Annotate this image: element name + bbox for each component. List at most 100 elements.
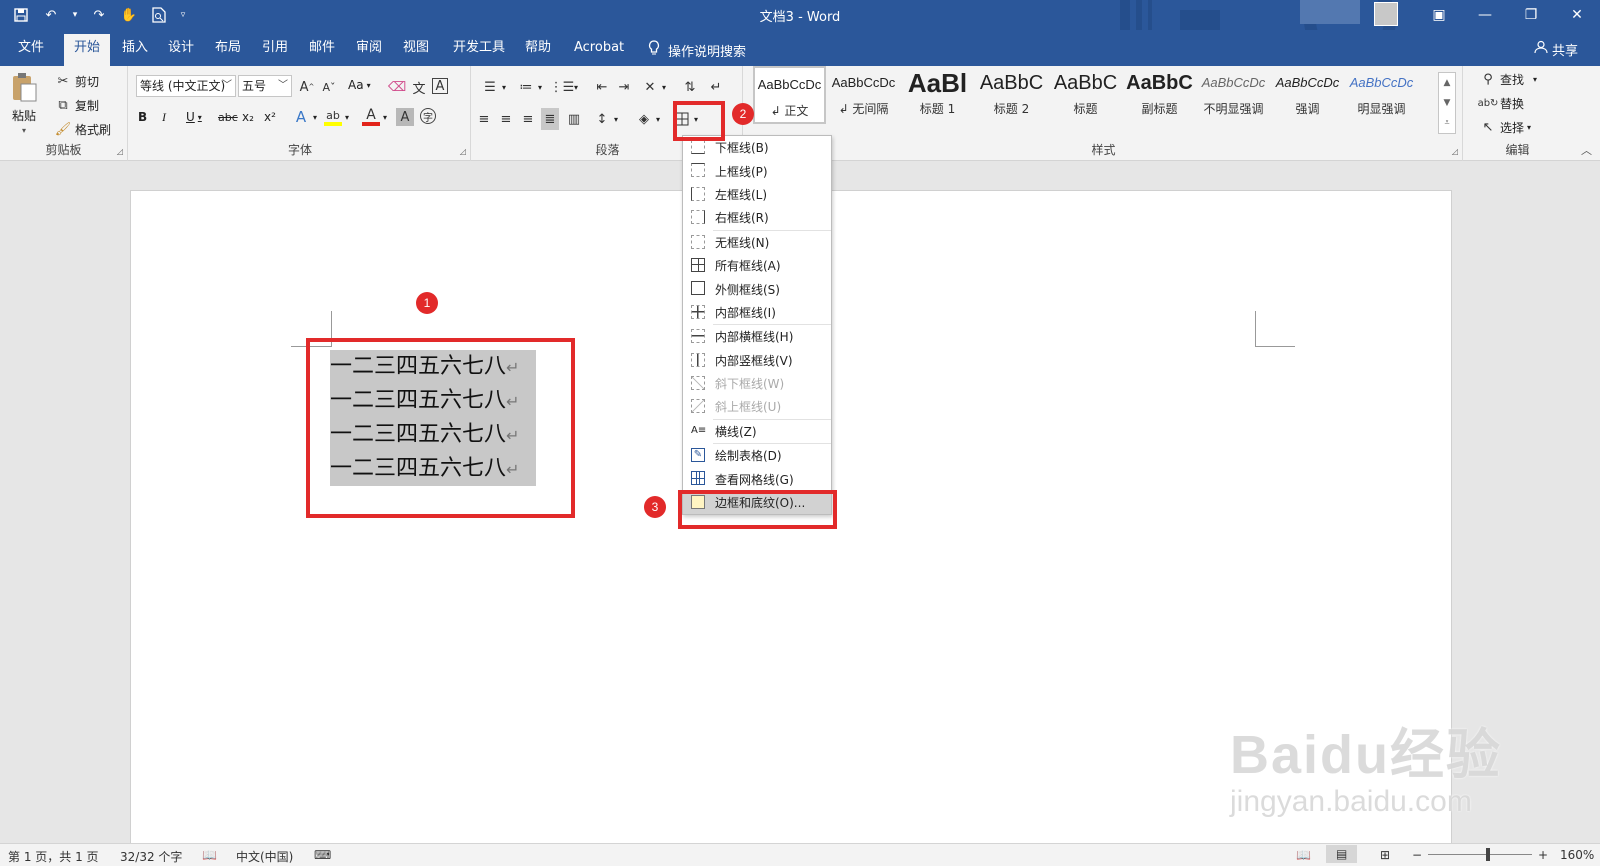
distributed-button[interactable]: ▥: [565, 110, 583, 128]
grow-font-button[interactable]: A ^: [298, 78, 316, 96]
style-subtle-emphasis[interactable]: AaBbCcDc 不明显强调: [1197, 66, 1270, 124]
zoom-slider-thumb[interactable]: [1486, 848, 1490, 861]
style-subtitle[interactable]: AaBbC 副标题: [1123, 66, 1196, 124]
phonetic-guide-button[interactable]: 文: [410, 78, 428, 97]
style-normal[interactable]: AaBbCcDc ↲ 正文: [753, 66, 826, 124]
font-launcher-icon[interactable]: ◿: [460, 147, 466, 156]
clear-formatting-button[interactable]: ⌫: [388, 78, 406, 96]
underline-button[interactable]: U ▾: [186, 110, 202, 124]
ribbon-display-icon[interactable]: ▣: [1416, 0, 1462, 30]
tab-home[interactable]: 开始: [64, 34, 111, 66]
tab-mailings[interactable]: 邮件: [299, 36, 345, 66]
sort-button[interactable]: ⇅: [681, 78, 699, 96]
style-intense-emphasis[interactable]: AaBbCcDc 明显强调: [1345, 66, 1418, 124]
bold-button[interactable]: B: [138, 110, 147, 124]
word-count[interactable]: 32/32 个字: [120, 848, 182, 865]
menu-item-outside-borders[interactable]: 外侧框线(S): [683, 277, 831, 300]
menu-item-inside-vertical[interactable]: 内部竖框线(V): [683, 349, 831, 372]
tab-references[interactable]: 引用: [252, 36, 298, 66]
page-count[interactable]: 第 1 页，共 1 页: [8, 848, 99, 865]
chevron-down-icon[interactable]: ▼: [1444, 98, 1451, 108]
align-right-button[interactable]: ≡: [519, 110, 537, 128]
shading-button[interactable]: ◈ ▾: [635, 110, 660, 128]
tab-developer[interactable]: 开发工具: [443, 36, 515, 66]
print-layout-icon[interactable]: ▤: [1326, 845, 1358, 863]
tell-me-search[interactable]: 操作说明搜索: [648, 40, 746, 60]
style-no-spacing[interactable]: AaBbCcDc ↲ 无间隔: [827, 66, 900, 124]
menu-item-left-border[interactable]: 左框线(L): [683, 183, 831, 206]
shrink-font-button[interactable]: Aˇ: [320, 78, 338, 96]
align-center-button[interactable]: ≡: [497, 110, 515, 128]
zoom-slider[interactable]: [1428, 854, 1532, 855]
tab-acrobat[interactable]: Acrobat: [564, 36, 634, 66]
style-heading-1[interactable]: AaBl 标题 1: [901, 66, 974, 124]
zoom-in-button[interactable]: +: [1538, 848, 1548, 862]
font-name-combo[interactable]: 等线 (中文正文) ﹀: [136, 75, 236, 97]
avatar[interactable]: [1374, 2, 1398, 26]
menu-item-draw-table[interactable]: ✎ 绘制表格(D): [683, 444, 831, 467]
language[interactable]: 中文(中国): [236, 848, 293, 865]
subscript-button[interactable]: x₂: [242, 110, 254, 124]
tab-view[interactable]: 视图: [393, 36, 439, 66]
share-button[interactable]: 共享: [1534, 40, 1578, 59]
zoom-level[interactable]: 160%: [1560, 848, 1594, 862]
tab-file[interactable]: 文件: [8, 36, 54, 66]
find-button[interactable]: ⚲ 查找 ▾: [1479, 70, 1537, 88]
multilevel-list-button[interactable]: ⋮☰ ▾: [550, 78, 578, 96]
show-marks-button[interactable]: ↵: [707, 78, 725, 96]
justify-button[interactable]: ≣: [541, 108, 559, 130]
style-emphasis[interactable]: AaBbCcDc 强调: [1271, 66, 1344, 124]
web-layout-icon[interactable]: ⊞: [1380, 848, 1390, 862]
menu-item-horizontal-line[interactable]: A≡ 横线(Z): [683, 420, 831, 443]
tab-insert[interactable]: 插入: [112, 36, 158, 66]
tab-layout[interactable]: 布局: [205, 36, 251, 66]
character-border-button[interactable]: A: [432, 78, 448, 94]
styles-gallery-scroll[interactable]: ▲ ▼ ⩡: [1438, 72, 1456, 134]
styles-launcher-icon[interactable]: ◿: [1452, 147, 1458, 156]
chinese-layout-button[interactable]: ✕ ▾: [641, 78, 666, 96]
chevron-up-icon[interactable]: ▲: [1444, 78, 1451, 88]
strikethrough-button[interactable]: abc: [218, 111, 238, 124]
menu-item-view-gridlines[interactable]: 查看网格线(G): [683, 467, 831, 490]
text-effects-button[interactable]: A ▾: [292, 108, 317, 126]
line-spacing-button[interactable]: ↕ ▾: [593, 110, 618, 128]
proofing-icon[interactable]: 📖: [202, 848, 217, 862]
decrease-indent-button[interactable]: ⇤: [593, 78, 611, 96]
menu-item-inside-horizontal[interactable]: 内部横框线(H): [683, 325, 831, 348]
enclose-characters-button[interactable]: 字: [420, 108, 436, 124]
menu-item-top-border[interactable]: 上框线(P): [683, 159, 831, 182]
menu-item-right-border[interactable]: 右框线(R): [683, 206, 831, 229]
cut-button[interactable]: ✂ 剪切: [54, 72, 99, 90]
clipboard-launcher-icon[interactable]: ◿: [117, 147, 123, 156]
character-shading-button[interactable]: A: [396, 108, 414, 126]
bullets-button[interactable]: ☰ ▾: [481, 78, 506, 96]
macro-icon[interactable]: ⌨: [314, 848, 331, 862]
font-color-button[interactable]: A ▾: [362, 107, 387, 126]
italic-button[interactable]: I: [162, 110, 166, 125]
collapse-ribbon-icon[interactable]: ︿: [1581, 142, 1592, 158]
change-case-button[interactable]: Aa ▾: [348, 78, 371, 92]
minimize-icon[interactable]: —: [1462, 0, 1508, 30]
menu-item-inside-borders[interactable]: 内部框线(I): [683, 301, 831, 324]
restore-icon[interactable]: ❐: [1508, 0, 1554, 30]
font-size-combo[interactable]: 五号 ﹀: [238, 75, 292, 97]
read-mode-icon[interactable]: 📖: [1296, 848, 1311, 862]
zoom-out-button[interactable]: −: [1412, 848, 1422, 862]
copy-button[interactable]: ⧉ 复制: [54, 96, 99, 114]
more-styles-icon[interactable]: ⩡: [1444, 118, 1449, 128]
menu-item-no-border[interactable]: 无框线(N): [683, 231, 831, 254]
paste-button[interactable]: 粘贴 ▾: [10, 72, 38, 135]
align-left-button[interactable]: ≡: [475, 110, 493, 128]
style-title[interactable]: AaBbC 标题: [1049, 66, 1122, 124]
replace-button[interactable]: ab↻ 替换: [1478, 94, 1524, 112]
format-painter-button[interactable]: 🖌 格式刷: [54, 120, 111, 138]
close-icon[interactable]: ✕: [1554, 0, 1600, 30]
increase-indent-button[interactable]: ⇥: [615, 78, 633, 96]
select-button[interactable]: ↖ 选择 ▾: [1479, 118, 1531, 136]
highlight-button[interactable]: ab ▾: [324, 108, 349, 126]
menu-item-all-borders[interactable]: 所有框线(A): [683, 254, 831, 277]
numbering-button[interactable]: ≔ ▾: [517, 78, 543, 96]
tab-design[interactable]: 设计: [158, 36, 204, 66]
tab-review[interactable]: 审阅: [346, 36, 392, 66]
paste-dropdown-icon[interactable]: ▾: [22, 126, 26, 135]
